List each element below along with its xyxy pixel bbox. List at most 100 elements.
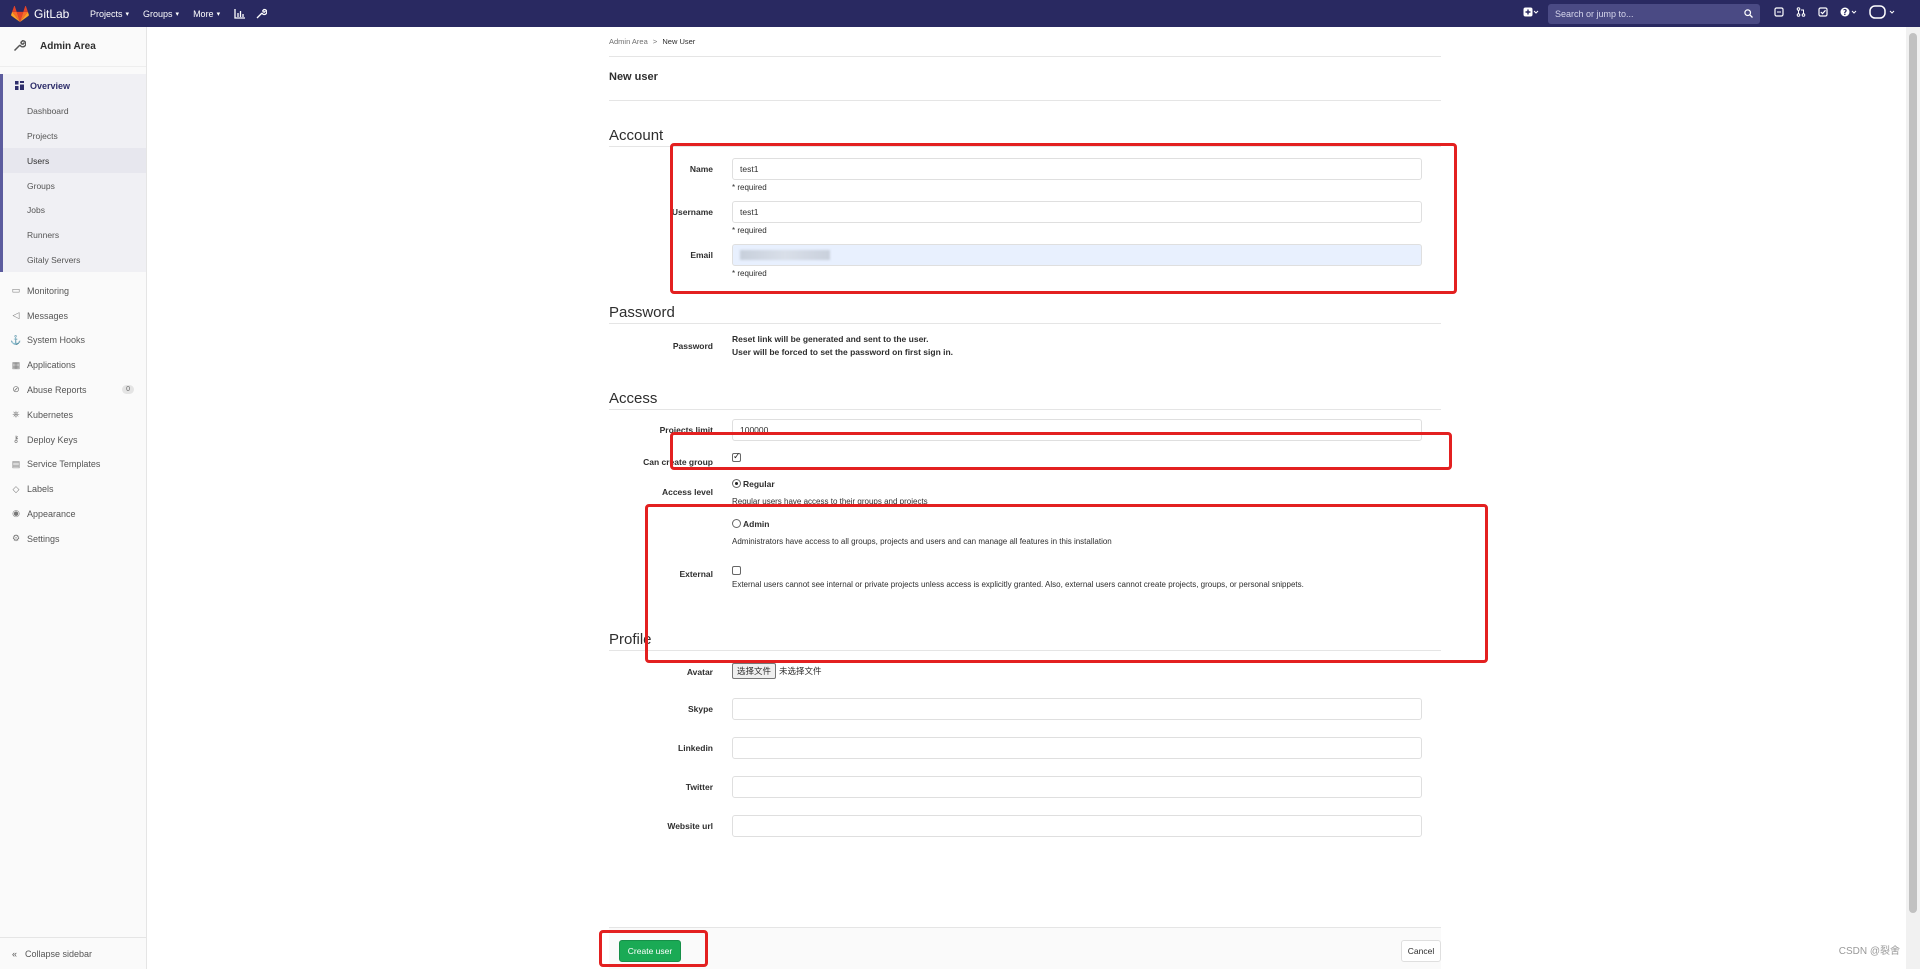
external-row: External External users cannot see inter… [609, 566, 1441, 589]
count-badge: 0 [122, 384, 134, 394]
sidebar-title: Admin Area [40, 41, 96, 52]
sidebar-item-labels[interactable]: ◇ Labels [0, 477, 146, 502]
cancel-button[interactable]: Cancel [1401, 940, 1441, 962]
sidebar-item-kubernetes[interactable]: ⎈ Kubernetes [0, 402, 146, 427]
create-user-button[interactable]: Create user [619, 940, 681, 962]
sidebar-item-applications[interactable]: ▦ Applications [0, 353, 146, 378]
appearance-icon: ◉ [12, 508, 20, 519]
can-create-group-checkbox[interactable] [732, 451, 741, 462]
sidebar-item-overview[interactable]: Overview [3, 74, 146, 99]
sidebar-item-service-templates[interactable]: ▤ Service Templates [0, 452, 146, 477]
sidebar-sub-projects[interactable]: Projects [3, 124, 146, 149]
nav-groups[interactable]: Groups ▾ [139, 9, 183, 19]
nav-projects[interactable]: Projects ▾ [86, 9, 133, 19]
gitlab-logo[interactable]: GitLab [0, 5, 80, 22]
breadcrumb-current: New User [662, 37, 696, 46]
username-label: Username [671, 207, 713, 217]
twitter-field[interactable] [732, 776, 1422, 798]
admin-wrench-icon[interactable] [254, 7, 268, 21]
skype-field[interactable] [732, 698, 1422, 720]
search-input[interactable]: Search or jump to... [1548, 3, 1760, 24]
gear-icon: ⚙ [11, 533, 21, 544]
sidebar-sub-gitaly-servers[interactable]: Gitaly Servers [3, 248, 146, 273]
scrollbar-thumb[interactable] [1909, 33, 1917, 913]
page-title: New user [609, 57, 1441, 101]
admin-option[interactable]: Admin [732, 519, 1422, 530]
skype-label: Skype [687, 704, 713, 714]
sidebar-item-messages[interactable]: ◁ Messages [0, 303, 146, 328]
file-status: 未选择文件 [779, 667, 822, 677]
page-scrollbar[interactable] [1906, 27, 1920, 969]
can-create-group-label: Can create group [643, 457, 713, 467]
name-required-hint: * required [732, 183, 767, 192]
sidebar-item-abuse-reports[interactable]: ⊘ Abuse Reports 0 [0, 378, 146, 403]
external-description: External users cannot see internal or pr… [732, 580, 1304, 589]
sidebar-item-label: Abuse Reports [27, 384, 87, 395]
sidebar-sub-runners[interactable]: Runners [3, 223, 146, 248]
wrench-icon [13, 39, 27, 55]
overview-grid-icon [13, 80, 25, 92]
access-level-row: Access level Regular Regular users have … [609, 479, 1441, 546]
activity-chart-icon[interactable] [232, 7, 246, 21]
sidebar-sub-jobs[interactable]: Jobs [3, 198, 146, 223]
plus-icon[interactable] [1520, 7, 1542, 20]
admin-label: Admin [743, 519, 770, 529]
sidebar-overview-group: Overview Dashboard Projects Users Groups… [0, 74, 146, 273]
name-field[interactable]: test1 [732, 158, 1422, 180]
megaphone-icon: ◁ [12, 310, 20, 321]
kubernetes-icon: ⎈ [12, 409, 20, 420]
website-field[interactable] [732, 815, 1422, 837]
sidebar-item-label: Messages [27, 310, 69, 321]
sidebar-item-deploy-keys[interactable]: ⚷ Deploy Keys [0, 427, 146, 452]
main-content: Admin Area > New User New user Account N… [609, 27, 1441, 837]
external-checkbox[interactable] [732, 566, 741, 575]
sidebar-item-label: Kubernetes [27, 409, 74, 420]
label-icon: ◇ [12, 483, 20, 494]
projects-limit-field[interactable]: 100000 [732, 419, 1422, 441]
sidebar-header[interactable]: Admin Area [0, 27, 146, 67]
issues-icon[interactable] [1768, 7, 1790, 20]
hook-icon: ⚓ [10, 334, 22, 345]
username-row: Username test1 * required [609, 201, 1441, 235]
sidebar-sub-groups[interactable]: Groups [3, 173, 146, 198]
breadcrumb-separator: > [652, 37, 658, 46]
sidebar-item-label: System Hooks [27, 335, 86, 346]
sidebar-item-label: Labels [27, 484, 54, 495]
user-avatar-icon[interactable] [1864, 5, 1902, 22]
chevron-down-icon: ▾ [216, 10, 221, 18]
name-label: Name [689, 164, 713, 174]
sidebar-item-monitoring[interactable]: ▭ Monitoring [0, 278, 146, 303]
account-heading: Account [609, 127, 1441, 147]
sidebar-item-system-hooks[interactable]: ⚓ System Hooks [0, 328, 146, 353]
projects-limit-label: Projects limit [659, 425, 713, 435]
sidebar-sub-dashboard[interactable]: Dashboard [3, 99, 146, 124]
todos-icon[interactable] [1812, 7, 1834, 20]
search-placeholder: Search or jump to... [1555, 8, 1634, 19]
linkedin-field[interactable] [732, 737, 1422, 759]
breadcrumb-admin-area[interactable]: Admin Area [609, 37, 648, 46]
projects-limit-row: Projects limit 100000 [609, 419, 1441, 441]
choose-file-button[interactable]: 选择文件 [732, 663, 777, 679]
password-row: Password Reset link will be generated an… [609, 334, 1441, 357]
profile-heading: Profile [609, 631, 1441, 651]
sidebar-sub-users[interactable]: Users [3, 148, 146, 174]
key-icon: ⚷ [12, 434, 20, 445]
username-field[interactable]: test1 [732, 201, 1422, 223]
sidebar-item-label: Settings [27, 533, 60, 544]
chevron-down-icon: ▾ [175, 10, 180, 18]
avatar-label: Avatar [686, 667, 713, 677]
nav-more[interactable]: More ▾ [189, 9, 224, 19]
sidebar-item-settings[interactable]: ⚙ Settings [0, 526, 146, 551]
merge-requests-icon[interactable] [1790, 7, 1812, 20]
password-info-line2: User will be forced to set the password … [732, 347, 954, 357]
collapse-sidebar-button[interactable]: « Collapse sidebar [0, 937, 146, 969]
regular-option[interactable]: Regular [732, 479, 1422, 490]
password-info-line1: Reset link will be generated and sent to… [732, 334, 929, 344]
admin-radio[interactable] [732, 519, 741, 528]
sidebar-item-appearance[interactable]: ◉ Appearance [0, 502, 146, 527]
help-icon[interactable]: ? [1834, 7, 1864, 20]
sidebar-item-label: Deploy Keys [27, 434, 78, 445]
regular-radio[interactable] [732, 479, 741, 488]
double-chevron-left-icon: « [12, 948, 18, 959]
email-field[interactable] [732, 244, 1422, 266]
